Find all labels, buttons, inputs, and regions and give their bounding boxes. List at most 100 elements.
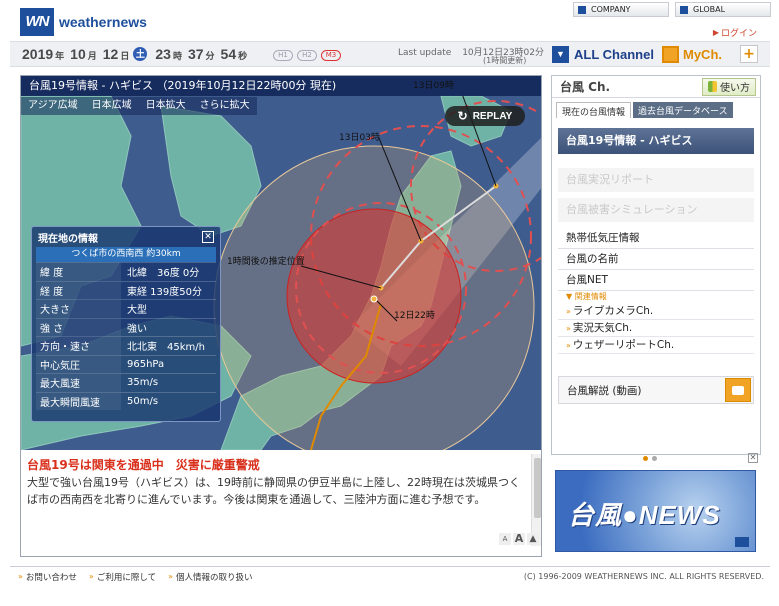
add-channel-button[interactable]: + — [740, 45, 758, 63]
font-small-button[interactable]: A — [499, 533, 511, 545]
all-channel-button[interactable]: ▼ ALL Channel — [552, 43, 658, 65]
related-label: ▼ 関連情報 — [566, 292, 607, 301]
info-value: 北北東 45km/h — [127, 342, 205, 354]
scroll-up-button[interactable]: ▲ — [527, 533, 539, 545]
login-link[interactable]: ▶ ログイン — [713, 26, 757, 39]
disabled-item-simulation: 台風被害シミュレーション — [558, 198, 754, 222]
channel-sidebar: 台風 Ch. 使い方 現在の台風情報 過去台風データベース 台風19号情報 - … — [551, 75, 761, 455]
month: 10 — [70, 46, 86, 62]
company-link[interactable]: COMPANY — [573, 2, 669, 17]
logo-mark: WN — [20, 8, 54, 36]
minute: 37 — [187, 46, 204, 62]
banner-pager: ✕ — [551, 453, 761, 465]
info-key: 緯 度 — [36, 263, 121, 281]
info-key: 中心気圧 — [36, 355, 121, 373]
tab-past-database[interactable]: 過去台風データベース — [633, 102, 733, 118]
related-report[interactable]: » ウェザーリポートCh. — [558, 337, 754, 354]
tab-more-zoom[interactable]: さらに拡大 — [192, 97, 257, 115]
replay-button[interactable]: ↻ REPLAY — [445, 106, 525, 126]
footer-terms[interactable]: » ご利用に際して — [89, 571, 156, 583]
explain-video-button[interactable]: 台風解説 (動画) — [558, 376, 754, 404]
info-row: 最大風速 35m/s — [36, 373, 216, 392]
sidebar-header: 台風 Ch. 使い方 — [552, 76, 760, 98]
mych-label: MyCh. — [683, 46, 722, 62]
hour-unit: 時 — [172, 51, 182, 61]
info-value: 大型 — [127, 305, 147, 317]
last-update: Last update 10月12日23時02分 (1時間更新) — [398, 45, 544, 65]
status-badge: H2 — [297, 50, 317, 61]
chevron-right-icon: » — [18, 572, 23, 581]
tv-icon — [662, 45, 679, 63]
usage-button[interactable]: 使い方 — [702, 77, 756, 96]
close-icon[interactable]: ✕ — [202, 231, 214, 243]
video-camera-icon — [725, 378, 751, 402]
info-row: 強 さ強い — [36, 317, 216, 336]
typhoon-panel: 台風19号情報 - ハギビス （2019年10月12日22時00分 現在) アジ… — [20, 75, 542, 557]
related-live-camera[interactable]: » ライブカメラCh. — [558, 303, 754, 320]
news-section: 台風19号は関東を通過中 災害に厳重警戒 大型で強い台風19号（ハギビス）は、1… — [21, 454, 541, 546]
related-weather[interactable]: » 実況天気Ch. — [558, 320, 754, 337]
related-label-text: 関連情報 — [574, 292, 607, 301]
label-13d09: 13日09時 — [413, 81, 454, 91]
tab-japan-wide[interactable]: 日本広域 — [84, 97, 139, 115]
info-value: 強い — [127, 323, 147, 335]
global-link[interactable]: GLOBAL — [675, 2, 771, 17]
footer-link-label: ご利用に際して — [96, 572, 157, 583]
weekday-badge: 土 — [133, 47, 148, 61]
logo-mark-small — [735, 537, 749, 547]
sidebar-item-net[interactable]: 台風NET — [558, 270, 754, 291]
tab-asia[interactable]: アジア広域 — [21, 97, 85, 115]
footer: » お問い合わせ » ご利用に際して » 個人情報の取り扱い (C) 1996-200… — [10, 566, 770, 586]
info-value: 35m/s — [127, 377, 159, 389]
top-links: COMPANY GLOBAL — [573, 2, 771, 17]
global-link-label: GLOBAL — [693, 5, 726, 14]
related-item-label: ライブカメラCh. — [572, 304, 654, 317]
scroll-thumb[interactable] — [534, 458, 541, 518]
pager-dot[interactable] — [652, 456, 657, 461]
info-title: 現在地の情報 — [38, 233, 98, 245]
replay-icon: ↻ — [457, 109, 468, 123]
sidebar-item-names[interactable]: 台風の名前 — [558, 249, 754, 270]
all-channel-label: ALL Channel — [574, 46, 654, 62]
map-zoom-tabs: アジア広域 日本広域 日本拡大 さらに拡大 — [21, 97, 257, 115]
second-unit: 秒 — [238, 51, 248, 61]
typhoon-news-banner[interactable]: 台風●NEWS — [555, 470, 756, 552]
label-one-hour: 1時間後の推定位置 — [227, 257, 305, 267]
center-marker — [370, 295, 378, 303]
arrow-right-icon: ▶ — [712, 28, 719, 37]
related-item-label: 実況天気Ch. — [572, 321, 633, 334]
chevron-right-icon: » — [168, 572, 173, 581]
logo[interactable]: WN weathernews — [20, 8, 147, 36]
tab-current-info[interactable]: 現在の台風情報 — [556, 102, 632, 118]
logo-text: weathernews — [59, 14, 147, 30]
font-large-button[interactable]: A — [513, 533, 525, 545]
square-icon — [680, 5, 688, 14]
close-icon[interactable]: ✕ — [748, 453, 758, 463]
year: 2019 — [22, 46, 54, 62]
login-label: ログイン — [720, 29, 757, 39]
sidebar-item-tropical[interactable]: 熱帯低気圧情報 — [558, 228, 754, 249]
sidebar-title: 台風 Ch. — [560, 80, 611, 94]
info-value: 北緯 36度 0分 — [127, 268, 200, 280]
storm-list-item[interactable]: 台風19号情報 - ハギビス — [558, 128, 754, 154]
status-badge: H1 — [273, 50, 293, 61]
tab-japan-zoom[interactable]: 日本拡大 — [138, 97, 193, 115]
footer-privacy[interactable]: » 個人情報の取り扱い — [168, 571, 252, 583]
chevron-right-icon: » — [566, 323, 571, 333]
usage-label: 使い方 — [720, 83, 750, 94]
month-unit: 月 — [87, 51, 97, 61]
typhoon-map[interactable]: 台風19号情報 - ハギビス （2019年10月12日22時00分 現在) アジ… — [21, 76, 541, 450]
chevron-right-icon: » — [566, 340, 571, 350]
banner-text: 台風●NEWS — [568, 500, 721, 530]
info-key: 最大風速 — [36, 374, 121, 392]
label-12d22: 12日22時 — [394, 311, 435, 321]
info-key: 大きさ — [36, 300, 121, 318]
footer-link-label: お問い合わせ — [25, 572, 77, 583]
chevron-right-icon: » — [88, 572, 94, 581]
pager-dot[interactable] — [643, 456, 648, 461]
mych-button[interactable]: MyCh. — [662, 43, 734, 65]
info-row: 方向・速さ 北北東 45km/h — [36, 336, 216, 355]
last-update-sub: (1時間更新) — [483, 56, 527, 65]
footer-contact[interactable]: » お問い合わせ — [18, 571, 77, 583]
status-badge: M3 — [321, 50, 341, 61]
